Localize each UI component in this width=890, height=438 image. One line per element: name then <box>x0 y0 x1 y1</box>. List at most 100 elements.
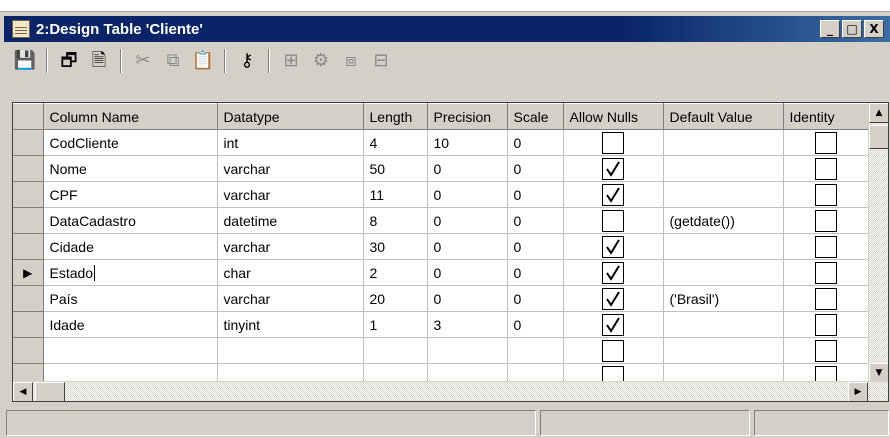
manage-relationships-icon[interactable]: ⊞ <box>278 48 304 74</box>
table-row[interactable]: Nome varchar 50 0 0 <box>13 155 883 182</box>
cell-default[interactable] <box>663 337 784 364</box>
row-selector[interactable] <box>13 285 44 312</box>
cell-name[interactable]: Idade <box>43 311 218 338</box>
cell-default[interactable] <box>663 233 784 260</box>
cell-scale[interactable]: 0 <box>507 285 564 312</box>
cell-name[interactable] <box>43 337 218 364</box>
cell-scale[interactable]: 0 <box>507 207 564 234</box>
cell-name[interactable]: Nome <box>43 155 218 182</box>
vertical-scroll-thumb[interactable] <box>869 125 888 149</box>
identity-checkbox[interactable] <box>815 261 837 284</box>
cell-default[interactable] <box>663 181 784 208</box>
table-row[interactable]: DataCadastro datetime 8 0 0 (getdate()) <box>13 207 883 234</box>
cell-type[interactable]: int <box>217 129 364 156</box>
cell-type[interactable]: varchar <box>217 233 364 260</box>
minimize-button[interactable]: _ <box>820 20 840 38</box>
allow-nulls-checkbox[interactable] <box>602 313 624 336</box>
manage-indexes-icon[interactable]: ⚙ <box>308 48 334 74</box>
row-selector[interactable] <box>13 337 44 364</box>
row-selector[interactable] <box>13 311 44 338</box>
table-row[interactable]: Idade tinyint 1 3 0 <box>13 311 883 338</box>
allow-nulls-checkbox[interactable] <box>602 183 624 206</box>
cell-default[interactable] <box>663 311 784 338</box>
cell-precision[interactable]: 0 <box>427 285 508 312</box>
cell-default[interactable] <box>663 259 784 286</box>
table-row[interactable] <box>13 337 883 364</box>
properties-icon[interactable]: 🗗 <box>56 48 82 74</box>
manage-triggers-icon[interactable]: ⧈ <box>338 48 364 74</box>
identity-checkbox[interactable] <box>815 235 837 258</box>
cell-type[interactable]: char <box>217 259 364 286</box>
cell-default[interactable] <box>663 129 784 156</box>
check-constraints-icon[interactable]: ⊟ <box>368 48 394 74</box>
cell-length[interactable]: 4 <box>363 129 428 156</box>
horizontal-scrollbar[interactable]: ◀ ▶ <box>13 381 888 401</box>
cell-type[interactable]: datetime <box>217 207 364 234</box>
identity-checkbox[interactable] <box>815 183 837 206</box>
row-selector[interactable] <box>13 233 44 260</box>
column-header[interactable]: Identity <box>783 103 870 130</box>
identity-checkbox[interactable] <box>815 313 837 336</box>
scroll-down-button[interactable]: ▼ <box>869 363 888 383</box>
table-row[interactable]: Cidade varchar 30 0 0 <box>13 233 883 260</box>
column-header[interactable]: Default Value <box>663 103 784 130</box>
cut-icon[interactable]: ✂ <box>130 48 156 74</box>
row-selector[interactable] <box>13 207 44 234</box>
cell-name[interactable]: Cidade <box>43 233 218 260</box>
cell-length[interactable]: 2 <box>363 259 428 286</box>
row-selector[interactable] <box>13 155 44 182</box>
cell-length[interactable]: 20 <box>363 285 428 312</box>
identity-checkbox[interactable] <box>815 131 837 154</box>
scroll-up-button[interactable]: ▲ <box>869 103 888 123</box>
cell-precision[interactable]: 0 <box>427 259 508 286</box>
table-row[interactable]: CPF varchar 11 0 0 <box>13 181 883 208</box>
cell-scale[interactable]: 0 <box>507 233 564 260</box>
table-row[interactable]: CodCliente int 4 10 0 <box>13 129 883 156</box>
cell-scale[interactable]: 0 <box>507 155 564 182</box>
cell-precision[interactable]: 0 <box>427 233 508 260</box>
cell-precision[interactable]: 0 <box>427 207 508 234</box>
cell-length[interactable]: 30 <box>363 233 428 260</box>
scroll-right-button[interactable]: ▶ <box>848 382 868 401</box>
table-row[interactable]: ▶ Estado char 2 0 0 <box>13 259 883 286</box>
cell-length[interactable]: 11 <box>363 181 428 208</box>
cell-precision[interactable]: 3 <box>427 311 508 338</box>
identity-checkbox[interactable] <box>815 339 837 362</box>
primary-key-icon[interactable]: ⚷ <box>234 48 260 74</box>
allow-nulls-checkbox[interactable] <box>602 235 624 258</box>
identity-checkbox[interactable] <box>815 209 837 232</box>
row-selector[interactable] <box>13 129 44 156</box>
cell-name[interactable]: Estado <box>43 259 218 286</box>
allow-nulls-checkbox[interactable] <box>602 131 624 154</box>
cell-type[interactable]: tinyint <box>217 311 364 338</box>
cell-length[interactable]: 8 <box>363 207 428 234</box>
cell-default[interactable]: ('Brasil') <box>663 285 784 312</box>
cell-length[interactable] <box>363 337 428 364</box>
cell-default[interactable] <box>663 155 784 182</box>
row-selector[interactable] <box>13 181 44 208</box>
column-header[interactable]: Length <box>363 103 428 130</box>
table-row[interactable]: País varchar 20 0 0 ('Brasil') <box>13 285 883 312</box>
cell-scale[interactable]: 0 <box>507 259 564 286</box>
column-header[interactable]: Scale <box>507 103 564 130</box>
cell-scale[interactable]: 0 <box>507 311 564 338</box>
cell-name[interactable]: CodCliente <box>43 129 218 156</box>
cell-type[interactable] <box>217 337 364 364</box>
column-header[interactable]: Column Name <box>43 103 218 130</box>
generate-script-icon[interactable]: 🗎 <box>86 48 112 74</box>
close-button[interactable]: X <box>864 20 884 38</box>
cell-precision[interactable]: 10 <box>427 129 508 156</box>
allow-nulls-checkbox[interactable] <box>602 261 624 284</box>
cell-precision[interactable]: 0 <box>427 155 508 182</box>
vertical-scrollbar[interactable]: ▲ ▼ <box>868 103 888 383</box>
cell-precision[interactable] <box>427 337 508 364</box>
cell-name[interactable]: País <box>43 285 218 312</box>
allow-nulls-checkbox[interactable] <box>602 287 624 310</box>
cell-type[interactable]: varchar <box>217 285 364 312</box>
cell-scale[interactable] <box>507 337 564 364</box>
maximize-button[interactable]: □ <box>842 20 862 38</box>
identity-checkbox[interactable] <box>815 157 837 180</box>
cell-scale[interactable]: 0 <box>507 181 564 208</box>
allow-nulls-checkbox[interactable] <box>602 339 624 362</box>
identity-checkbox[interactable] <box>815 287 837 310</box>
